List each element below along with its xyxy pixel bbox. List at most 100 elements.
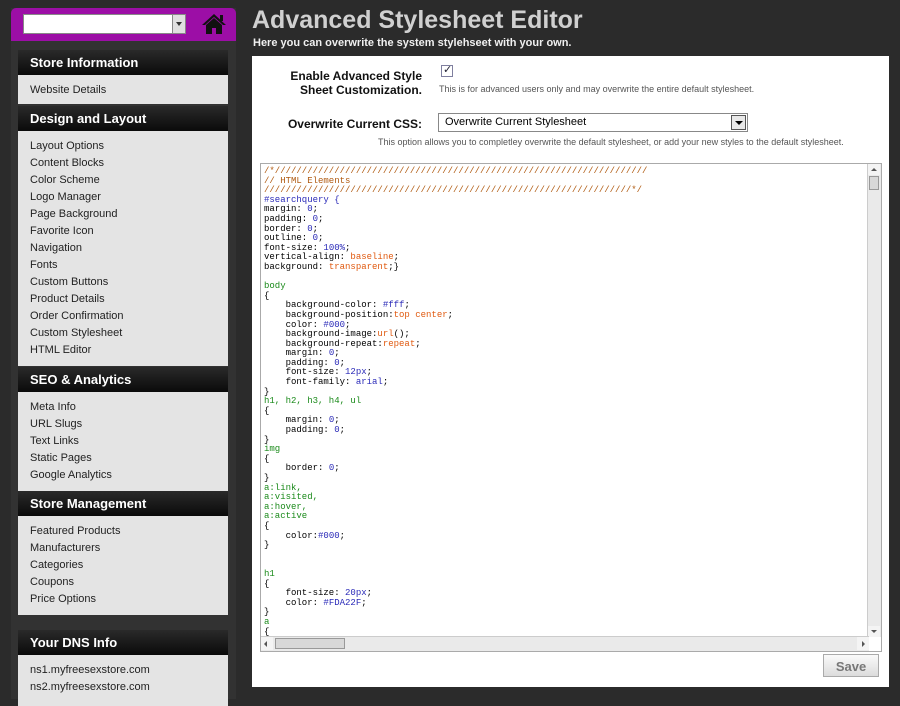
code-line: body	[264, 281, 881, 292]
vertical-scrollbar[interactable]	[867, 164, 881, 637]
css-code-editor[interactable]: /*//////////////////////////////////////…	[260, 163, 882, 652]
code-token: ;	[366, 588, 373, 599]
sidebar: Store Information Website Details Design…	[11, 8, 236, 706]
code-token: color:	[264, 319, 324, 330]
code-token: {	[264, 405, 270, 416]
code-token: #searchquery {	[264, 194, 340, 205]
code-token: ;	[345, 319, 351, 330]
nav-navigation[interactable]: Navigation	[18, 240, 228, 257]
code-token: ();	[393, 329, 410, 340]
horizontal-scrollbar[interactable]	[261, 636, 869, 651]
css-code[interactable]: /*//////////////////////////////////////…	[261, 164, 881, 647]
code-token: ;	[447, 309, 454, 320]
code-token: ;	[312, 223, 319, 234]
nav-content-blocks[interactable]: Content Blocks	[18, 155, 228, 172]
code-token: }	[264, 434, 270, 445]
code-token: font-size:	[264, 367, 346, 378]
code-line: padding: 0;	[264, 425, 881, 436]
code-line: margin: 0;	[264, 348, 881, 359]
chevron-down-icon[interactable]	[731, 115, 746, 130]
code-token: color:	[264, 530, 319, 541]
code-token: background-repeat:	[264, 338, 383, 349]
sidebar-top-bar	[11, 8, 236, 41]
chevron-down-icon[interactable]	[172, 15, 185, 33]
scroll-up-icon[interactable]	[868, 164, 880, 175]
nav-google-analytics[interactable]: Google Analytics	[18, 467, 228, 484]
code-token: ;	[334, 415, 340, 426]
code-token: ;	[393, 252, 400, 263]
code-line: ​	[264, 273, 881, 283]
code-token: transparent	[328, 261, 389, 272]
scroll-left-icon[interactable]	[261, 637, 273, 650]
scroll-right-icon[interactable]	[857, 637, 869, 650]
code-token: border:	[264, 223, 308, 234]
enable-customization-checkbox[interactable]	[441, 63, 453, 77]
code-line: background-repeat:repeat;	[264, 338, 881, 350]
nav-static-pages[interactable]: Static Pages	[18, 450, 228, 467]
nav-meta-info[interactable]: Meta Info	[18, 399, 228, 416]
code-line: {	[264, 405, 881, 417]
code-token: ;	[415, 338, 421, 349]
nav-custom-buttons[interactable]: Custom Buttons	[18, 274, 228, 291]
store-select[interactable]	[23, 14, 186, 34]
code-token: ;	[345, 242, 351, 253]
code-token: a:active	[264, 511, 308, 522]
nav-fonts[interactable]: Fonts	[18, 257, 228, 274]
code-token: {	[264, 290, 270, 301]
code-token: 100%	[323, 242, 346, 253]
code-line: border: 0;	[264, 464, 881, 474]
nav-favorite-icon[interactable]: Favorite Icon	[18, 223, 228, 240]
nav-categories[interactable]: Categories	[18, 557, 228, 574]
code-line: a:hover,	[264, 502, 881, 513]
code-line: margin: 0;	[264, 205, 881, 215]
nav-custom-stylesheet[interactable]: Custom Stylesheet	[18, 325, 228, 342]
home-icon[interactable]	[201, 12, 227, 36]
code-token: color:	[264, 597, 324, 608]
section-design-and-layout: Design and Layout	[18, 106, 228, 131]
code-line: ​	[264, 551, 881, 561]
nav-website-details[interactable]: Website Details	[18, 82, 228, 99]
code-line: margin: 0;	[264, 416, 881, 426]
code-line: a	[264, 617, 881, 628]
code-line: a:visited,	[264, 492, 881, 503]
code-token: a:link,	[264, 482, 302, 493]
save-button[interactable]: Save	[823, 654, 879, 677]
code-token: ;	[334, 463, 340, 474]
section-store-management: Store Management	[18, 491, 228, 516]
code-line: border: 0;	[264, 223, 881, 235]
code-line: outline: 0;	[264, 233, 881, 244]
nav-page-background[interactable]: Page Background	[18, 206, 228, 223]
code-token: background-position:	[264, 309, 394, 320]
code-line: background-position:top center;	[264, 309, 881, 321]
code-token: img	[264, 444, 281, 455]
nav-layout-options[interactable]: Layout Options	[18, 138, 228, 155]
nav-url-slugs[interactable]: URL Slugs	[18, 416, 228, 433]
code-token: padding:	[264, 357, 335, 368]
editor-panel: Enable Advanced Style Sheet Customizatio…	[252, 56, 889, 687]
nav-manufacturers[interactable]: Manufacturers	[18, 540, 228, 557]
nav-logo-manager[interactable]: Logo Manager	[18, 189, 228, 206]
enable-label-line-2: Sheet Customization.	[299, 83, 422, 97]
nav-text-links[interactable]: Text Links	[18, 433, 228, 450]
code-line: {	[264, 521, 881, 532]
nav-product-details[interactable]: Product Details	[18, 291, 228, 308]
nav-featured-products[interactable]: Featured Products	[18, 523, 228, 540]
section-dns-info-list: ns1.myfreesexstore.com ns2.myfreesexstor…	[18, 655, 228, 706]
code-token: margin:	[264, 204, 308, 215]
nav-color-scheme[interactable]: Color Scheme	[18, 172, 228, 189]
overwrite-css-select[interactable]: Overwrite Current Stylesheet	[438, 113, 748, 132]
code-line: }	[264, 540, 881, 551]
nav-price-options[interactable]: Price Options	[18, 591, 228, 608]
code-token: baseline	[350, 252, 394, 263]
nav-coupons[interactable]: Coupons	[18, 574, 228, 591]
scroll-down-icon[interactable]	[868, 626, 880, 637]
code-line: background: transparent;}	[264, 261, 881, 273]
nav-order-confirmation[interactable]: Order Confirmation	[18, 308, 228, 325]
code-line: {	[264, 454, 881, 465]
nav-html-editor[interactable]: HTML Editor	[18, 342, 228, 359]
code-token: vertical-align:	[264, 252, 351, 263]
overwrite-css-value: Overwrite Current Stylesheet	[445, 116, 587, 128]
horizontal-scroll-thumb[interactable]	[275, 638, 345, 649]
vertical-scroll-thumb[interactable]	[869, 176, 879, 190]
code-token: padding:	[264, 425, 335, 436]
